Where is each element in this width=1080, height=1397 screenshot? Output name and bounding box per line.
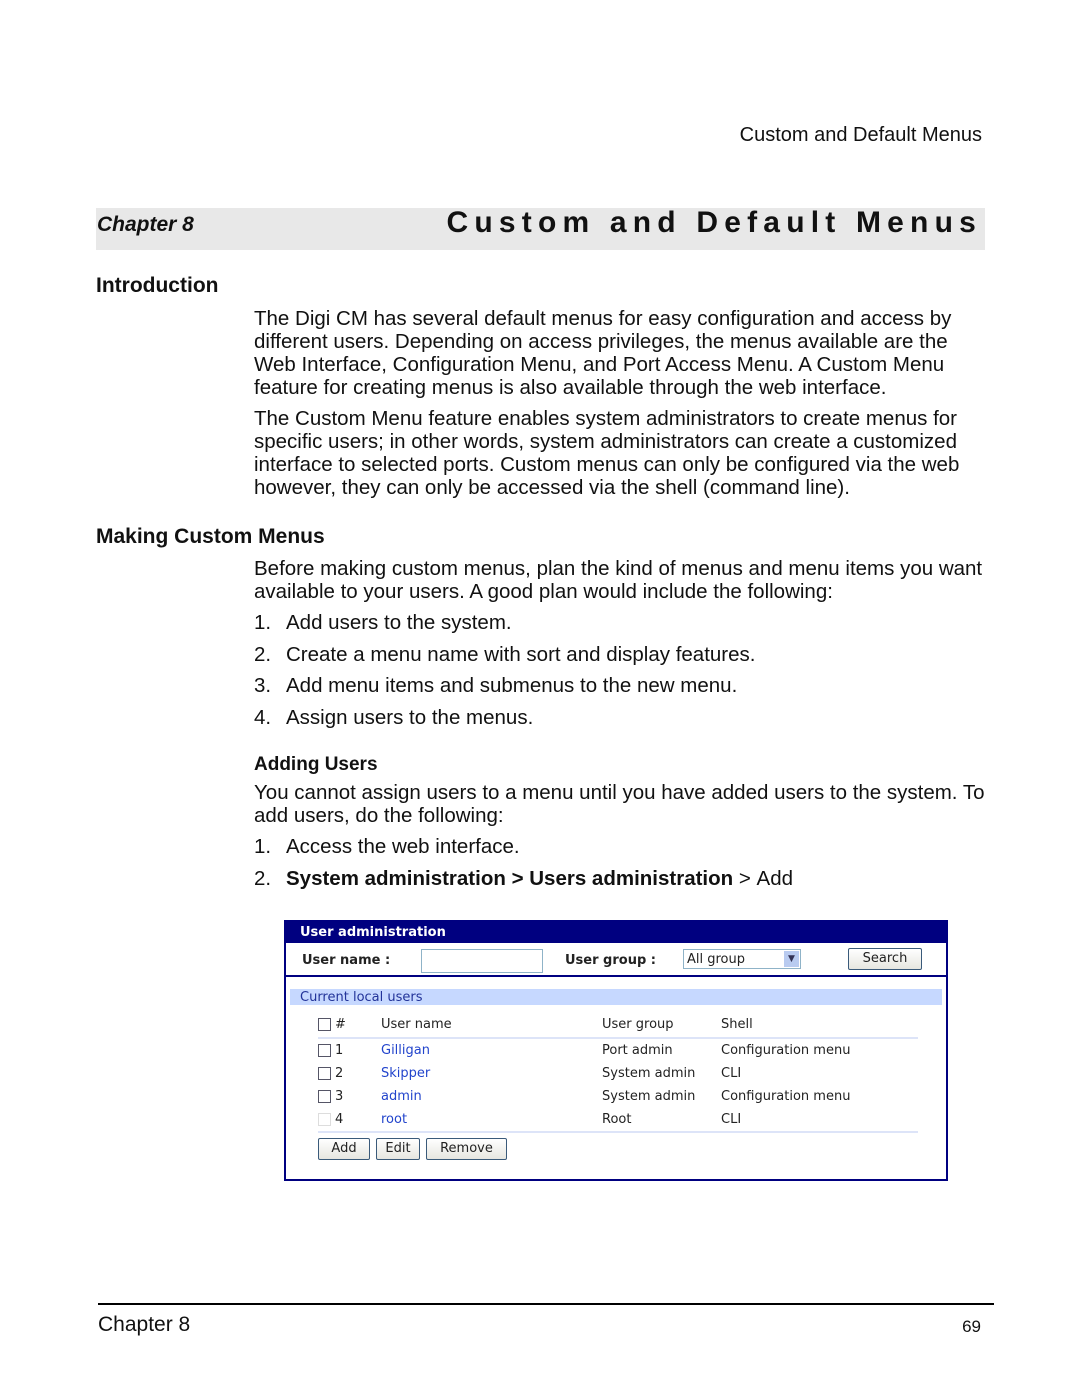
intro-body: The Digi CM has several default menus fo… xyxy=(254,307,994,507)
row-checkbox[interactable] xyxy=(318,1090,331,1103)
paragraph: The Digi CM has several default menus fo… xyxy=(254,307,952,399)
list-item: 1. Add users to the system. xyxy=(254,611,512,634)
username-label: User name : xyxy=(302,953,391,968)
chapter-label: Chapter 8 xyxy=(97,213,194,236)
footer-chapter: Chapter 8 xyxy=(98,1313,191,1336)
making-body: Before making custom menus, plan the kin… xyxy=(254,557,994,737)
list-item: 3. Add menu items and submenus to the new… xyxy=(254,674,738,697)
user-administration-screenshot: User administration User name : User gro… xyxy=(284,920,948,1181)
table-row: 3 admin System admin Configuration menu xyxy=(318,1085,918,1108)
search-button[interactable]: Search xyxy=(848,948,922,970)
users-table: # User name User group Shell 1 Gilligan Po… xyxy=(318,1012,918,1133)
document-page: Custom and Default Menus Chapter 8 Custo… xyxy=(0,0,1080,1397)
row-checkbox[interactable] xyxy=(318,1044,331,1057)
table-row: 2 Skipper System admin CLI xyxy=(318,1062,918,1085)
footer-divider xyxy=(98,1303,994,1305)
intro-heading: Introduction xyxy=(96,274,219,297)
list-item: 4. Assign users to the menus. xyxy=(254,705,534,729)
list-item: 1. Access the web interface. xyxy=(254,835,520,858)
row-checkbox xyxy=(318,1113,331,1126)
search-row: User name : User group : All group ▼ Sear… xyxy=(286,943,946,977)
panel-title: User administration xyxy=(286,922,946,943)
user-link[interactable]: Skipper xyxy=(381,1062,602,1085)
user-group-select[interactable]: All group ▼ xyxy=(683,949,801,969)
chevron-down-icon[interactable]: ▼ xyxy=(784,951,799,967)
user-link[interactable]: root xyxy=(381,1108,602,1133)
paragraph: You cannot assign users to a menu until … xyxy=(254,781,985,827)
edit-button[interactable]: Edit xyxy=(376,1138,420,1160)
table-row: 1 Gilligan Port admin Configuration menu xyxy=(318,1038,918,1062)
list-item: 2. Create a menu name with sort and displ… xyxy=(254,642,756,666)
making-heading: Making Custom Menus xyxy=(96,525,325,548)
running-header: Custom and Default Menus xyxy=(739,124,982,146)
remove-button[interactable]: Remove xyxy=(426,1138,507,1160)
select-all-checkbox[interactable] xyxy=(318,1018,331,1031)
adding-body: You cannot assign users to a menu until … xyxy=(254,781,994,898)
section-header: Current local users xyxy=(290,989,942,1005)
step-list: 1. Add users to the system. 2. Create a me… xyxy=(254,611,994,737)
add-button[interactable]: Add xyxy=(318,1138,370,1160)
adding-heading: Adding Users xyxy=(254,754,378,775)
paragraph: Before making custom menus, plan the kin… xyxy=(254,557,983,603)
row-checkbox[interactable] xyxy=(318,1067,331,1080)
step-list: 1. Access the web interface. 2. System adm… xyxy=(254,835,994,898)
user-group-label: User group : xyxy=(565,953,656,968)
page-number: 69 xyxy=(962,1317,981,1336)
user-link[interactable]: Gilligan xyxy=(381,1038,602,1062)
chapter-title: Custom and Default Menus xyxy=(446,206,982,239)
table-header: # User name User group Shell xyxy=(318,1012,918,1039)
list-item: 2. System administration > Users administ… xyxy=(254,866,794,890)
user-link[interactable]: admin xyxy=(381,1085,602,1108)
table-row: 4 root Root CLI xyxy=(318,1108,918,1133)
paragraph: The Custom Menu feature enables system a… xyxy=(254,407,960,499)
username-input[interactable] xyxy=(421,949,543,973)
